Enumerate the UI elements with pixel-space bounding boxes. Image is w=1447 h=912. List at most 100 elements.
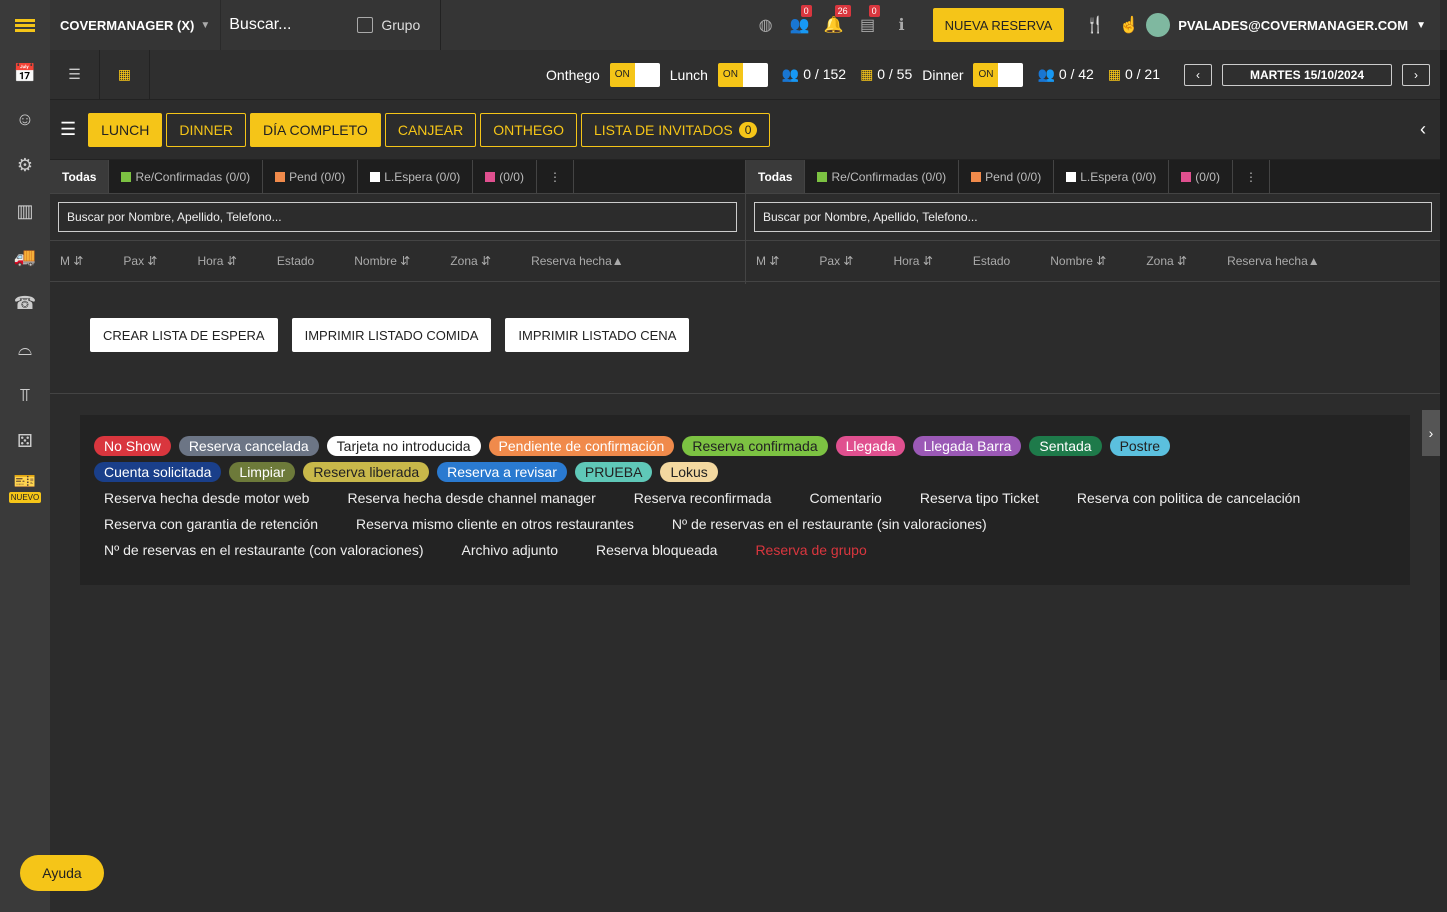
ticket-icon[interactable]: 🎫 NUEVO	[0, 464, 50, 510]
legend-guarantee: Reserva con garantia de retención	[104, 516, 319, 532]
news-icon[interactable]: ▤ 0	[851, 5, 885, 35]
filter-onthego[interactable]: ONTHEGO	[480, 112, 577, 147]
tab-confirmed[interactable]: Re/Confirmadas (0/0)	[805, 160, 960, 193]
col-nombre[interactable]: Nombre ⇵	[354, 254, 410, 268]
on-label: ON	[717, 62, 743, 87]
col-zona[interactable]: Zona ⇵	[450, 254, 491, 268]
menu-button[interactable]	[0, 0, 50, 50]
create-waitlist-button[interactable]: CREAR LISTA DE ESPERA	[90, 318, 278, 352]
tab-all[interactable]: Todas	[50, 160, 110, 193]
calendar-icon[interactable]: 📅	[0, 50, 50, 96]
pill-lokus: Lokus	[660, 462, 718, 482]
print-dinner-button[interactable]: IMPRIMIR LISTADO CENA	[505, 318, 690, 352]
service-bar: ☰ ▦ Onthego ON Lunch ON 👥 0 / 152 ▦ 0 / …	[50, 49, 1440, 100]
menu-icon[interactable]: ☰	[60, 119, 76, 140]
badge: 0	[868, 5, 880, 17]
badge: 0	[800, 5, 812, 17]
col-nombre[interactable]: Nombre ⇵	[1050, 254, 1106, 268]
pill-bill: Cuenta solicitada	[94, 462, 222, 482]
filter-bar: ☰ LUNCH DINNER DÍA COMPLETO CANJEAR ONTH…	[50, 100, 1440, 160]
guest-list-label: LISTA DE INVITADOS	[593, 121, 733, 138]
col-estado: Estado	[276, 254, 315, 268]
col-m[interactable]: M ⇵	[60, 254, 83, 268]
col-pax[interactable]: Pax ⇵	[123, 254, 157, 268]
info-icon[interactable]: ℹ	[885, 15, 919, 35]
globe-icon[interactable]: ◍	[749, 15, 783, 35]
user-email: PVALADES@COVERMANAGER.COM	[1178, 17, 1409, 33]
col-estado: Estado	[972, 254, 1011, 268]
chevron-down-icon: ▼	[200, 19, 211, 31]
tab-more[interactable]: ⋮	[537, 160, 574, 193]
col-reserva[interactable]: Reserva hecha▲	[531, 254, 624, 268]
search-input[interactable]: Buscar por Nombre, Apellido, Telefono...	[754, 202, 1432, 232]
tab-confirmed[interactable]: Re/Confirmadas (0/0)	[109, 160, 264, 193]
group-icon[interactable]: 👥 0	[783, 5, 817, 35]
tab-pending[interactable]: Pend (0/0)	[263, 160, 359, 193]
legend-reconfirmed: Reserva reconfirmada	[633, 490, 772, 506]
tab-all[interactable]: Todas	[746, 160, 806, 193]
face-icon[interactable]: ☺	[0, 96, 50, 142]
phone-icon[interactable]: ☎	[0, 280, 50, 326]
table-icon[interactable]: ⫪	[0, 372, 50, 418]
chevron-right-icon[interactable]: ›	[1422, 410, 1440, 456]
list-view-icon[interactable]: ☰	[50, 49, 100, 100]
search-input[interactable]: Buscar por Nombre, Apellido, Telefono...	[58, 202, 737, 232]
dinner-toggle[interactable]: ON	[973, 62, 1024, 87]
collapse-icon[interactable]: ‹	[1420, 119, 1426, 140]
dinner-pax: 👥 0 / 42	[1037, 66, 1094, 82]
tab-pending[interactable]: Pend (0/0)	[959, 160, 1055, 193]
filter-lunch[interactable]: LUNCH	[88, 112, 163, 147]
onthego-toggle[interactable]: ON	[609, 62, 660, 87]
tab-other[interactable]: (0/0)	[1169, 160, 1233, 193]
cloche-icon[interactable]: ⌓	[0, 326, 50, 372]
cutlery-icon[interactable]: 🍴	[1078, 15, 1112, 35]
col-hora[interactable]: Hora ⇵	[197, 254, 236, 268]
group-checkbox[interactable]	[357, 17, 374, 33]
legend: No Show Reserva cancelada Tarjeta no int…	[80, 415, 1410, 585]
user-menu[interactable]: PVALADES@COVERMANAGER.COM ▼	[1146, 13, 1426, 37]
dinner-label: Dinner	[922, 66, 964, 83]
print-lunch-button[interactable]: IMPRIMIR LISTADO COMIDA	[291, 318, 492, 352]
pill-pending: Pendiente de confirmación	[488, 436, 675, 456]
truck-icon[interactable]: 🚚	[0, 234, 50, 280]
col-zona[interactable]: Zona ⇵	[1146, 254, 1187, 268]
search-bar[interactable]: Buscar... Grupo	[221, 0, 442, 50]
pill-released: Reserva liberada	[303, 462, 430, 482]
legend-count-no-reviews: Nº de reservas en el restaurante (sin va…	[671, 516, 987, 532]
tab-waitlist[interactable]: L.Espera (0/0)	[358, 160, 474, 193]
new-booking-button[interactable]: NUEVA RESERVA	[932, 8, 1065, 42]
dinner-panel: Todas Re/Confirmadas (0/0) Pend (0/0) L.…	[745, 160, 1440, 284]
col-hora[interactable]: Hora ⇵	[893, 254, 932, 268]
hand-icon[interactable]: ☝	[1112, 15, 1146, 35]
next-day-button[interactable]: ›	[1402, 63, 1430, 86]
tab-other[interactable]: (0/0)	[473, 160, 537, 193]
legend-channel: Reserva hecha desde channel manager	[347, 490, 596, 506]
scrollbar[interactable]	[1440, 50, 1447, 680]
pill-arrival: Llegada	[835, 436, 906, 456]
col-reserva[interactable]: Reserva hecha▲	[1227, 254, 1320, 268]
pill-clean: Limpiar	[229, 462, 296, 482]
guest-list-button[interactable]: LISTA DE INVITADOS 0	[580, 112, 771, 147]
legend-web: Reserva hecha desde motor web	[104, 490, 310, 506]
date-picker[interactable]: MARTES 15/10/2024	[1222, 63, 1392, 86]
tab-more[interactable]: ⋮	[1233, 160, 1270, 193]
chart-icon[interactable]: ▥	[0, 188, 50, 234]
search-input[interactable]: Buscar...	[229, 16, 291, 34]
bell-icon[interactable]: 🔔 26	[817, 5, 851, 35]
filter-dinner[interactable]: DINNER	[166, 112, 247, 147]
col-pax[interactable]: Pax ⇵	[819, 254, 853, 268]
gear-icon[interactable]: ⚙	[0, 142, 50, 188]
pill-prueba: PRUEBA	[574, 462, 653, 482]
col-m[interactable]: M ⇵	[756, 254, 779, 268]
pill-cancelled: Reserva cancelada	[178, 436, 319, 456]
restaurant-selector[interactable]: COVERMANAGER (X) ▼	[50, 0, 222, 50]
network-icon[interactable]: ⚄	[0, 418, 50, 464]
filter-redeem[interactable]: CANJEAR	[384, 112, 477, 147]
prev-day-button[interactable]: ‹	[1184, 63, 1212, 86]
grid-view-icon[interactable]: ▦	[100, 49, 150, 100]
pill-confirmed: Reserva confirmada	[682, 436, 828, 456]
tab-waitlist[interactable]: L.Espera (0/0)	[1054, 160, 1170, 193]
filter-full-day[interactable]: DÍA COMPLETO	[250, 112, 381, 147]
sidebar: 📅 ☺ ⚙ ▥ 🚚 ☎ ⌓ ⫪ ⚄ 🎫 NUEVO	[0, 50, 50, 912]
lunch-toggle[interactable]: ON	[717, 62, 768, 87]
